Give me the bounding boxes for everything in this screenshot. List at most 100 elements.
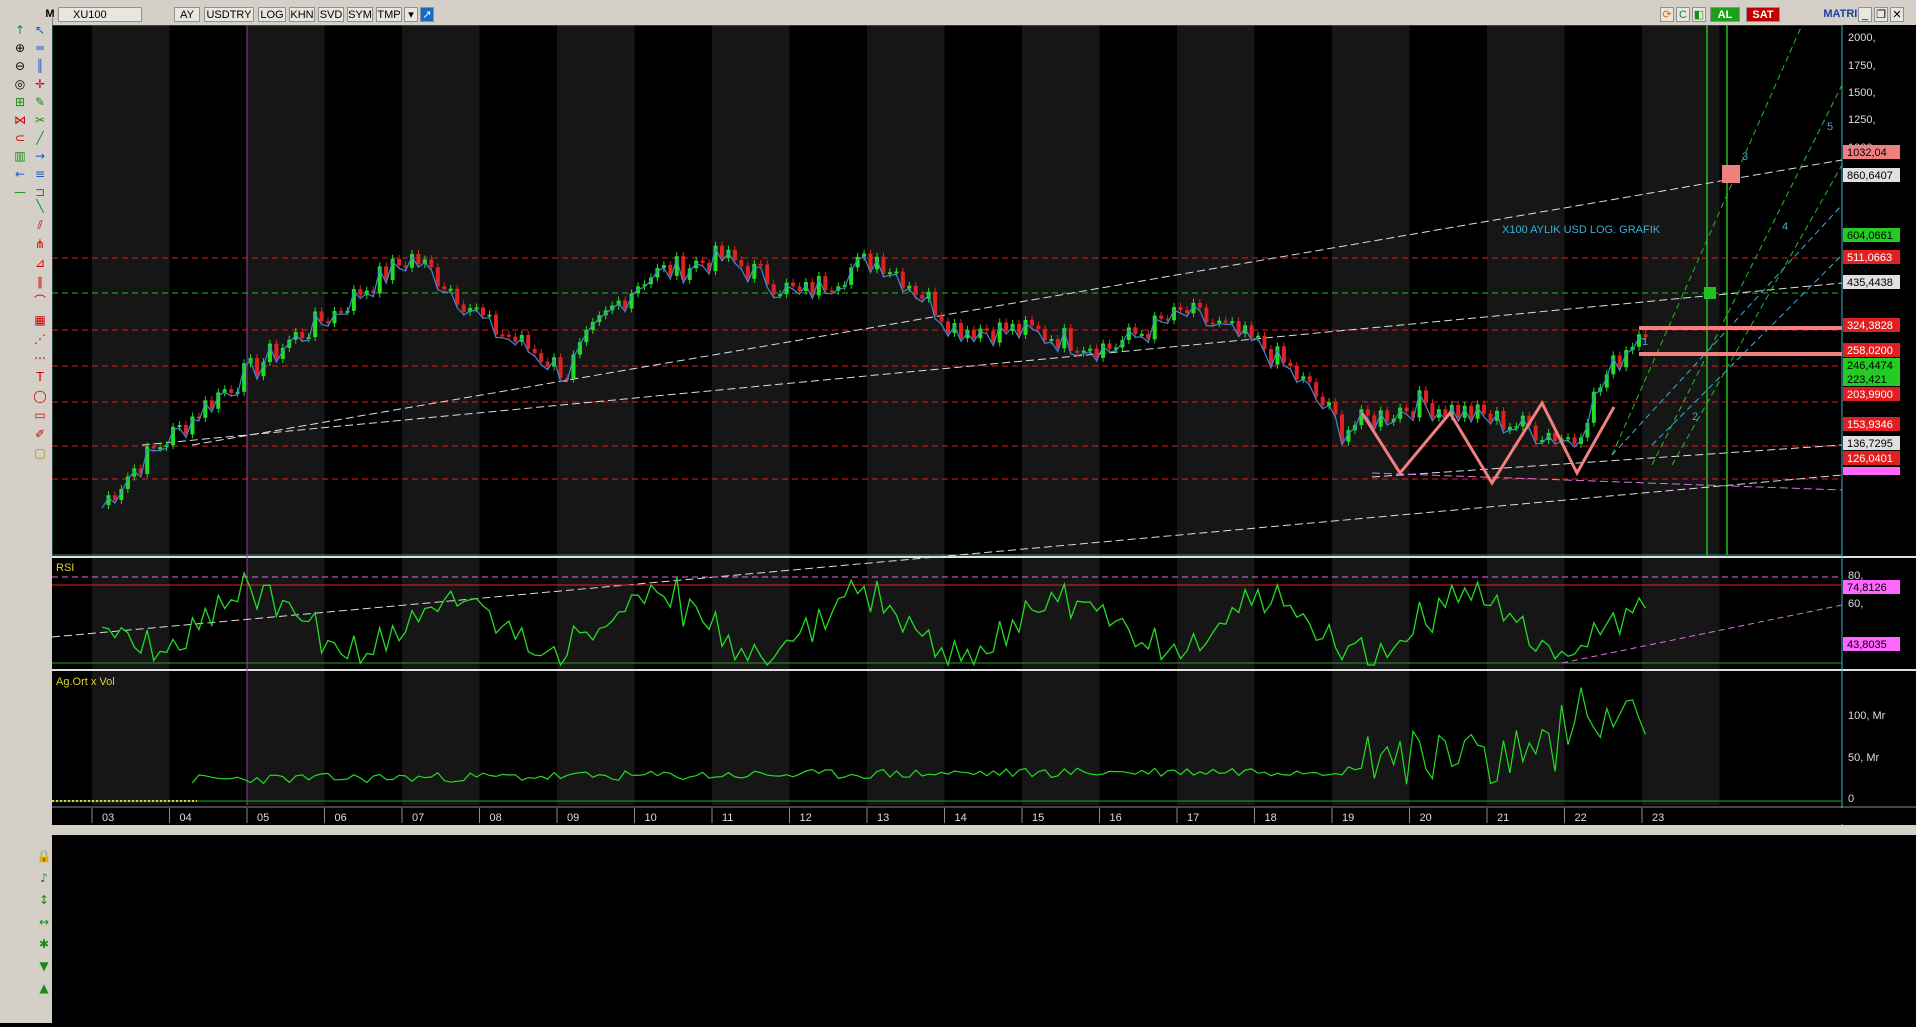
candle (1185, 310, 1189, 314)
x-tick-label: 23 (1652, 812, 1664, 824)
rect-icon[interactable]: ▭ (32, 407, 48, 423)
expand-icon[interactable]: ↕ (36, 892, 52, 908)
ellipse-icon[interactable]: ◯ (32, 388, 48, 404)
lock-icon[interactable]: 🔒 (36, 848, 52, 864)
symbol-field[interactable]: XU100 (58, 7, 142, 22)
x-tick-label: 09 (567, 812, 579, 824)
export-icon[interactable]: ↗ (420, 7, 434, 22)
parallel-icon[interactable]: ∥ (32, 274, 48, 290)
pitchfork-icon[interactable]: ⋔ (32, 236, 48, 252)
horizontal-line-icon[interactable]: ═ (32, 40, 48, 56)
candle (151, 446, 156, 449)
x-tick-label: 07 (412, 812, 424, 824)
close-button[interactable]: ✕ (1890, 7, 1904, 22)
chart-area[interactable]: X100 AYLIK USD LOG. GRAFIK 1 2 3 4 5 2000, 1750… (51, 24, 1916, 1023)
candle (177, 424, 182, 427)
year-band (1642, 25, 1720, 805)
candle (894, 271, 899, 274)
candle (1262, 335, 1267, 350)
equal-icon[interactable]: ≡ (32, 166, 48, 182)
zoom-reset-icon[interactable]: ◎ (12, 76, 28, 92)
sell-button[interactable]: SAT (1746, 7, 1780, 22)
pen-icon[interactable]: ✎ (32, 94, 48, 110)
candle (1469, 405, 1474, 419)
scissor-icon[interactable]: ✂ (32, 112, 48, 128)
application-window: M XU100 AY USDTRY LOG KHN SVD SYM TMP ▾ … (0, 0, 1916, 1023)
fibonacci-icon[interactable]: ⋈ (12, 112, 28, 128)
magnet-icon[interactable]: ⊂ (12, 130, 28, 146)
x-tick-label: 05 (257, 812, 269, 824)
candle (1430, 403, 1435, 418)
move-right-icon[interactable]: → (32, 148, 48, 164)
price-box-label: 1032,04 (1847, 147, 1887, 159)
year-band (1177, 25, 1255, 805)
refresh-icon[interactable]: ✱ (36, 936, 52, 952)
c-button-icon[interactable]: C (1676, 7, 1690, 22)
cross-icon[interactable]: ✛ (32, 76, 48, 92)
candle (797, 286, 802, 292)
year-band (92, 25, 170, 805)
link-icon[interactable]: ◧ (1692, 7, 1706, 22)
candle (539, 353, 544, 362)
minimize-button[interactable]: _ (1858, 7, 1872, 22)
restore-button[interactable]: ❐ (1874, 7, 1888, 22)
candle (913, 285, 918, 295)
brush-icon[interactable]: ✐ (32, 426, 48, 442)
candle (1159, 315, 1164, 319)
candle (1075, 350, 1080, 353)
move-left-icon[interactable]: ← (12, 166, 28, 182)
sym-button[interactable]: SYM (347, 7, 373, 22)
candle (1307, 376, 1312, 383)
minus-icon[interactable]: — (12, 184, 28, 200)
refresh-chart-icon[interactable]: ⟳ (1660, 7, 1674, 22)
up-arrow-icon[interactable]: ↑ (12, 22, 28, 38)
khn-button[interactable]: KHN (289, 7, 315, 22)
crosshair-icon[interactable]: ⊞ (12, 94, 28, 110)
x-tick-label: 13 (877, 812, 889, 824)
svd-button[interactable]: SVD (318, 7, 344, 22)
candle (1249, 325, 1254, 338)
period-button[interactable]: AY (174, 7, 200, 22)
candle-icon[interactable]: ▥ (12, 148, 28, 164)
select-arrow-icon[interactable]: ↖ (32, 22, 48, 38)
candle (971, 329, 976, 339)
y-tick-label: 60, (1848, 598, 1863, 610)
chart-svg[interactable]: X100 AYLIK USD LOG. GRAFIK123452000,1750… (51, 24, 1916, 1023)
price-box-label: 153,9346 (1847, 419, 1893, 431)
arc-icon[interactable]: ⌒ (32, 293, 48, 309)
currency-button[interactable]: USDTRY (204, 7, 254, 22)
y-tick-label: 100, Mr (1848, 710, 1886, 722)
candle (513, 336, 518, 342)
line-tool-icon[interactable]: ╲ (32, 198, 48, 214)
volume-title: Ag.Ort x Vol (56, 676, 115, 688)
retrace-icon[interactable]: ⋯ (32, 350, 48, 366)
compress-icon[interactable]: ↔ (36, 914, 52, 930)
vertical-line-icon[interactable]: ║ (32, 58, 48, 74)
price-box-label: 324,3828 (1847, 320, 1893, 332)
text-tool-icon[interactable]: T (32, 369, 48, 385)
candle (1139, 333, 1144, 336)
candle (1197, 302, 1202, 308)
horizontal-scrollbar (52, 825, 1916, 835)
candle (887, 272, 892, 275)
candle (1456, 404, 1461, 418)
grid-icon[interactable]: ▦ (32, 312, 48, 328)
scroll-up-icon[interactable]: ▲ (36, 980, 52, 996)
zoom-in-icon[interactable]: ⊕ (12, 40, 28, 56)
zoom-out-icon[interactable]: ⊖ (12, 58, 28, 74)
dropdown-icon[interactable]: ▾ (404, 7, 418, 22)
y-tick-label: 1750, (1848, 60, 1876, 72)
bell-icon[interactable]: ♪ (36, 870, 52, 886)
candle (481, 307, 486, 316)
channel-icon[interactable]: ⫽ (32, 217, 48, 233)
trend-icon[interactable]: ╱ (32, 130, 48, 146)
candle (700, 260, 705, 263)
gann-icon[interactable]: ⊿ (32, 255, 48, 271)
scale-button[interactable]: LOG (258, 7, 286, 22)
fan-icon[interactable]: ⋰ (32, 331, 48, 347)
scroll-down-icon[interactable]: ▼ (36, 958, 52, 974)
tmp-button[interactable]: TMP (376, 7, 402, 22)
eraser-icon[interactable]: ▢ (32, 445, 48, 461)
buy-button[interactable]: AL (1710, 7, 1740, 22)
candle (448, 288, 453, 291)
